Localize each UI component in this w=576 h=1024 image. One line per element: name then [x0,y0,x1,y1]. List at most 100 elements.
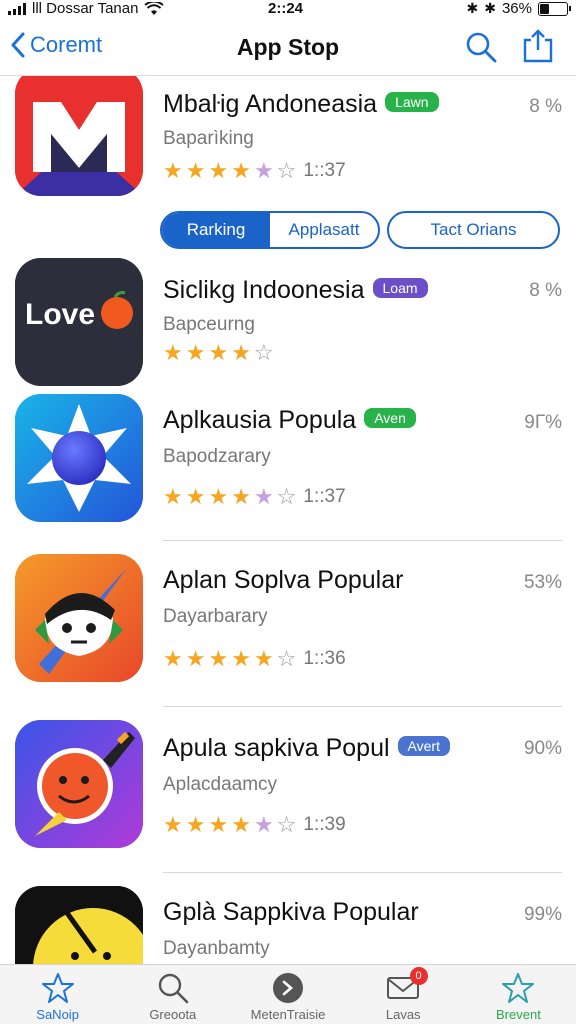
battery-fill [540,3,549,14]
star-icon: ★ [231,812,251,837]
app-percent: 9Г% [524,412,562,433]
app-category: Dayanbamty [163,938,270,959]
star-icon: ★ [163,158,183,183]
divider [163,872,562,873]
segment-apps[interactable]: Applasatt [270,213,378,247]
star-icon [41,973,74,1003]
star-icon: ★ [163,646,183,671]
clock-face-icon[interactable] [15,886,143,964]
rating-count: 1::36 [303,648,346,669]
star-orb-icon[interactable] [15,394,143,522]
carrier-label: lll Dossar Tanan [32,0,139,17]
star-icon: ★ [163,812,183,837]
app-category: Baparìking [163,128,254,149]
star-rating: ★ ★ ★ ★ ★ ☆ 1::39 [163,814,346,836]
segmented-control: Rarking Applasatt [160,211,380,249]
star-icon: ★ [231,340,251,365]
tab-events[interactable]: Brevent [461,965,576,1024]
app-category: Aplacdaamcy [163,774,278,795]
love-logo-icon[interactable]: Love [15,258,143,386]
tab-label: Brevent [496,1007,541,1022]
half-star-icon: ★ [253,812,274,837]
star-icon: ★ [208,340,229,365]
star-icon: ★ [185,646,206,671]
empty-star-icon: ☆ [276,158,297,183]
status-badge: Lawn [385,92,439,113]
star-green-icon [502,973,535,1003]
wifi-icon [144,1,165,15]
app-percent: 90% [523,738,562,759]
status-badge: Avert [397,736,450,757]
half-star-icon: ★ [253,484,274,509]
status-right: ✱ ✱ 36% [467,0,571,17]
star-icon: ★ [185,812,206,837]
tab-search[interactable]: Greoota [115,965,230,1024]
app-list: Mbaŀig Andoneasia Lawn Baparìking ★ ★ ★ ★… [0,76,576,964]
tab-featured[interactable]: SaNoip [0,965,115,1024]
tab-bar: SaNoip Greoota MetenTraisie 0 Lavas Brev… [0,964,576,1024]
star-rating: ★ ★ ★ ★ ★ ☆ 1::36 [163,648,346,670]
star-icon: ★ [185,340,206,365]
battery-icon [538,1,571,16]
share-icon[interactable] [520,28,556,64]
segment-contact[interactable]: Tact Orians [387,211,560,249]
star-rating: ★ ★ ★ ★ ☆ [163,342,274,364]
rating-count: 1::37 [303,160,346,181]
bluetooth-icon-2: ✱ [484,0,496,16]
empty-star-icon: ☆ [276,484,297,509]
rocket-face-icon[interactable] [15,720,143,848]
star-rating: ★ ★ ★ ★ ★ ☆ 1::37 [163,160,346,182]
app-percent: 53% [523,572,562,593]
star-icon: ★ [231,646,251,671]
star-icon: ★ [208,484,229,509]
empty-star-icon: ☆ [276,646,297,671]
status-badge: Aven [364,408,416,429]
mascot-icon[interactable] [15,554,143,682]
app-name-text: Mbaŀig Andoneasia [163,90,378,118]
divider [163,540,562,541]
search-icon[interactable] [464,30,498,64]
half-star-icon: ★ [253,158,274,183]
divider [163,706,562,707]
status-bar: lll Dossar Tanan 2::24 ✱ ✱ 36% [0,0,576,18]
star-icon: ★ [231,484,251,509]
signal-icon [8,2,26,15]
love-logo-text: Love [25,298,95,331]
app-name: Mbaŀig Andoneasia Lawn [163,90,439,119]
app-category: Dayarbarary [163,606,268,627]
app-name-text: Gplà Sappkiva Popular [163,898,419,926]
app-name-text: Aplkausia Popula [163,406,357,434]
nav-bar: Coremt App Stop [0,22,576,76]
tab-messages[interactable]: 0 Lavas [346,965,461,1024]
star-icon: ★ [208,812,229,837]
m-logo-icon[interactable] [15,76,143,196]
rating-count: 1::39 [303,814,346,835]
rating-count: 1::37 [303,486,346,507]
app-percent: 8 % [529,280,562,301]
app-category: Bapceurng [163,314,255,335]
app-name-text: Aplan Soplva Popular [163,566,404,594]
app-name: Apula sapkiva Popul Avert [163,734,450,763]
empty-star-icon: ☆ [253,340,274,365]
battery-label: 36% [501,0,532,17]
app-name-text: Apula sapkiva Popul [163,734,390,762]
status-badge: Loam [372,278,428,299]
empty-star-icon: ☆ [276,812,297,837]
star-icon: ★ [185,484,206,509]
app-name: Aplan Soplva Popular [163,566,403,595]
star-icon: ★ [185,158,206,183]
status-time: 2::24 [268,0,304,17]
arrow-circle-icon [273,973,303,1003]
app-name: Gplà Sappkiva Popular [163,898,419,927]
star-icon: ★ [163,340,183,365]
star-icon: ★ [208,646,229,671]
star-icon: ★ [208,158,229,183]
tab-label: MetenTraisie [250,1007,326,1022]
star-icon: ★ [231,158,251,183]
status-left: lll Dossar Tanan [8,0,165,17]
star-icon: ★ [163,484,183,509]
segment-ranking[interactable]: Rarking [162,213,270,247]
tab-label: Greoota [149,1007,197,1022]
tab-updates[interactable]: MetenTraisie [230,965,345,1024]
app-name: Aplkausia Popula Aven [163,406,416,435]
